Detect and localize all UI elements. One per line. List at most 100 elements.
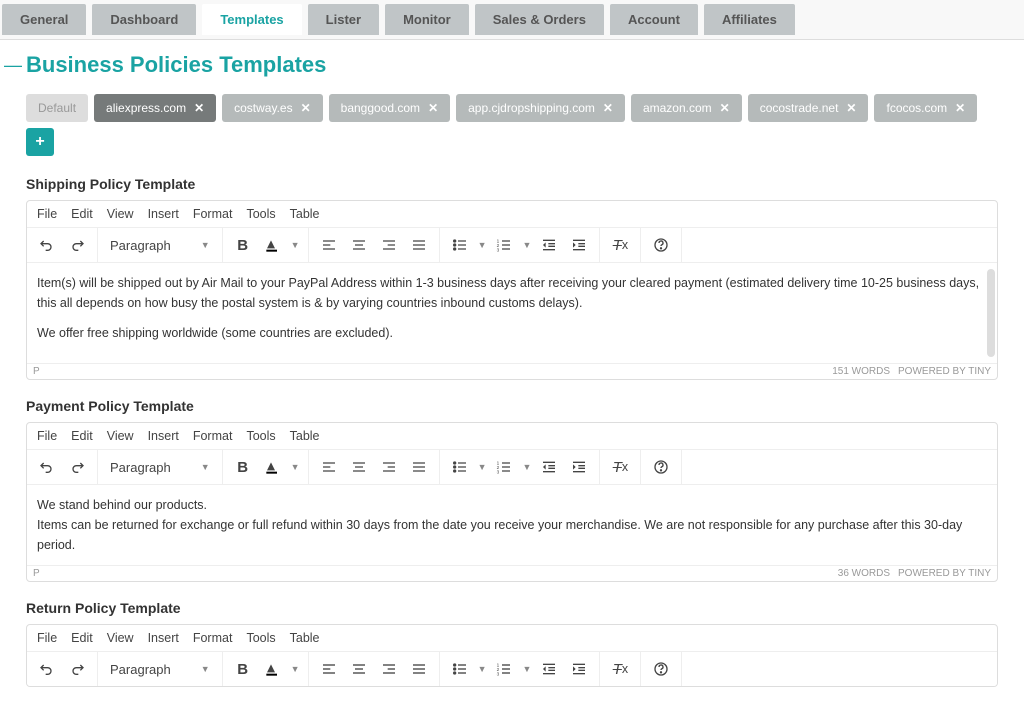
menu-tools[interactable]: Tools xyxy=(246,207,275,221)
menu-insert[interactable]: Insert xyxy=(148,429,179,443)
outdent-icon[interactable] xyxy=(537,657,561,681)
clear-format-icon[interactable]: Tx xyxy=(608,657,632,681)
outdent-icon[interactable] xyxy=(537,455,561,479)
indent-icon[interactable] xyxy=(567,455,591,479)
tab-general[interactable]: General xyxy=(2,4,86,35)
clear-format-icon[interactable]: Tx xyxy=(608,455,632,479)
bullet-list-icon[interactable] xyxy=(448,233,472,257)
menu-tools[interactable]: Tools xyxy=(246,429,275,443)
chevron-down-icon[interactable]: ▼ xyxy=(478,462,487,472)
align-justify-icon[interactable] xyxy=(407,233,431,257)
undo-icon[interactable] xyxy=(35,233,59,257)
pill-fcocos[interactable]: fcocos.com ✕ xyxy=(874,94,977,122)
clear-format-icon[interactable]: Tx xyxy=(608,233,632,257)
bold-icon[interactable]: B xyxy=(231,233,255,257)
number-list-icon[interactable]: 123 xyxy=(492,455,516,479)
block-format-select[interactable]: Paragraph▼ xyxy=(106,238,214,253)
text-color-icon[interactable] xyxy=(261,233,285,257)
menu-format[interactable]: Format xyxy=(193,429,233,443)
menu-insert[interactable]: Insert xyxy=(148,207,179,221)
menu-format[interactable]: Format xyxy=(193,631,233,645)
close-icon[interactable]: ✕ xyxy=(428,101,438,115)
menu-edit[interactable]: Edit xyxy=(71,207,93,221)
redo-icon[interactable] xyxy=(65,657,89,681)
editor-content[interactable]: Item(s) will be shipped out by Air Mail … xyxy=(27,263,997,363)
align-center-icon[interactable] xyxy=(347,233,371,257)
pill-amazon[interactable]: amazon.com ✕ xyxy=(631,94,742,122)
help-icon[interactable] xyxy=(649,657,673,681)
close-icon[interactable]: ✕ xyxy=(846,101,856,115)
outdent-icon[interactable] xyxy=(537,233,561,257)
menu-file[interactable]: File xyxy=(37,631,57,645)
align-right-icon[interactable] xyxy=(377,233,401,257)
align-right-icon[interactable] xyxy=(377,657,401,681)
menu-edit[interactable]: Edit xyxy=(71,631,93,645)
pill-aliexpress[interactable]: aliexpress.com ✕ xyxy=(94,94,216,122)
menu-tools[interactable]: Tools xyxy=(246,631,275,645)
close-icon[interactable]: ✕ xyxy=(301,101,311,115)
redo-icon[interactable] xyxy=(65,233,89,257)
chevron-down-icon[interactable]: ▼ xyxy=(478,664,487,674)
menu-edit[interactable]: Edit xyxy=(71,429,93,443)
bold-icon[interactable]: B xyxy=(231,455,255,479)
pill-cocostrade[interactable]: cocostrade.net ✕ xyxy=(748,94,869,122)
tab-lister[interactable]: Lister xyxy=(308,4,379,35)
align-left-icon[interactable] xyxy=(317,233,341,257)
tab-monitor[interactable]: Monitor xyxy=(385,4,469,35)
menu-view[interactable]: View xyxy=(107,429,134,443)
text-color-icon[interactable] xyxy=(261,657,285,681)
tab-sales-orders[interactable]: Sales & Orders xyxy=(475,4,604,35)
text-color-icon[interactable] xyxy=(261,455,285,479)
chevron-down-icon[interactable]: ▼ xyxy=(522,462,531,472)
bullet-list-icon[interactable] xyxy=(448,657,472,681)
pill-default[interactable]: Default xyxy=(26,94,88,122)
menu-file[interactable]: File xyxy=(37,207,57,221)
collapse-icon[interactable]: — xyxy=(4,56,18,74)
block-format-select[interactable]: Paragraph▼ xyxy=(106,460,214,475)
close-icon[interactable]: ✕ xyxy=(720,101,730,115)
menu-table[interactable]: Table xyxy=(290,631,320,645)
menu-table[interactable]: Table xyxy=(290,207,320,221)
tab-dashboard[interactable]: Dashboard xyxy=(92,4,196,35)
indent-icon[interactable] xyxy=(567,233,591,257)
tab-templates[interactable]: Templates xyxy=(202,4,301,35)
pill-cjdropshipping[interactable]: app.cjdropshipping.com ✕ xyxy=(456,94,625,122)
block-format-select[interactable]: Paragraph▼ xyxy=(106,662,214,677)
help-icon[interactable] xyxy=(649,233,673,257)
menu-format[interactable]: Format xyxy=(193,207,233,221)
pill-banggood[interactable]: banggood.com ✕ xyxy=(329,94,450,122)
menu-view[interactable]: View xyxy=(107,631,134,645)
chevron-down-icon[interactable]: ▼ xyxy=(522,240,531,250)
editor-content[interactable]: We stand behind our products. Items can … xyxy=(27,485,997,565)
align-center-icon[interactable] xyxy=(347,455,371,479)
tab-affiliates[interactable]: Affiliates xyxy=(704,4,795,35)
indent-icon[interactable] xyxy=(567,657,591,681)
menu-file[interactable]: File xyxy=(37,429,57,443)
align-justify-icon[interactable] xyxy=(407,657,431,681)
undo-icon[interactable] xyxy=(35,657,59,681)
number-list-icon[interactable]: 123 xyxy=(492,233,516,257)
menu-table[interactable]: Table xyxy=(290,429,320,443)
chevron-down-icon[interactable]: ▼ xyxy=(291,664,300,674)
undo-icon[interactable] xyxy=(35,455,59,479)
chevron-down-icon[interactable]: ▼ xyxy=(478,240,487,250)
tab-account[interactable]: Account xyxy=(610,4,698,35)
chevron-down-icon[interactable]: ▼ xyxy=(522,664,531,674)
add-pill-button[interactable]: + xyxy=(26,128,54,156)
scrollbar[interactable] xyxy=(987,269,995,357)
chevron-down-icon[interactable]: ▼ xyxy=(291,462,300,472)
pill-costway[interactable]: costway.es ✕ xyxy=(222,94,323,122)
bullet-list-icon[interactable] xyxy=(448,455,472,479)
number-list-icon[interactable]: 123 xyxy=(492,657,516,681)
align-center-icon[interactable] xyxy=(347,657,371,681)
close-icon[interactable]: ✕ xyxy=(194,101,204,115)
redo-icon[interactable] xyxy=(65,455,89,479)
align-left-icon[interactable] xyxy=(317,455,341,479)
menu-view[interactable]: View xyxy=(107,207,134,221)
menu-insert[interactable]: Insert xyxy=(148,631,179,645)
bold-icon[interactable]: B xyxy=(231,657,255,681)
chevron-down-icon[interactable]: ▼ xyxy=(291,240,300,250)
align-justify-icon[interactable] xyxy=(407,455,431,479)
close-icon[interactable]: ✕ xyxy=(603,101,613,115)
close-icon[interactable]: ✕ xyxy=(955,101,965,115)
